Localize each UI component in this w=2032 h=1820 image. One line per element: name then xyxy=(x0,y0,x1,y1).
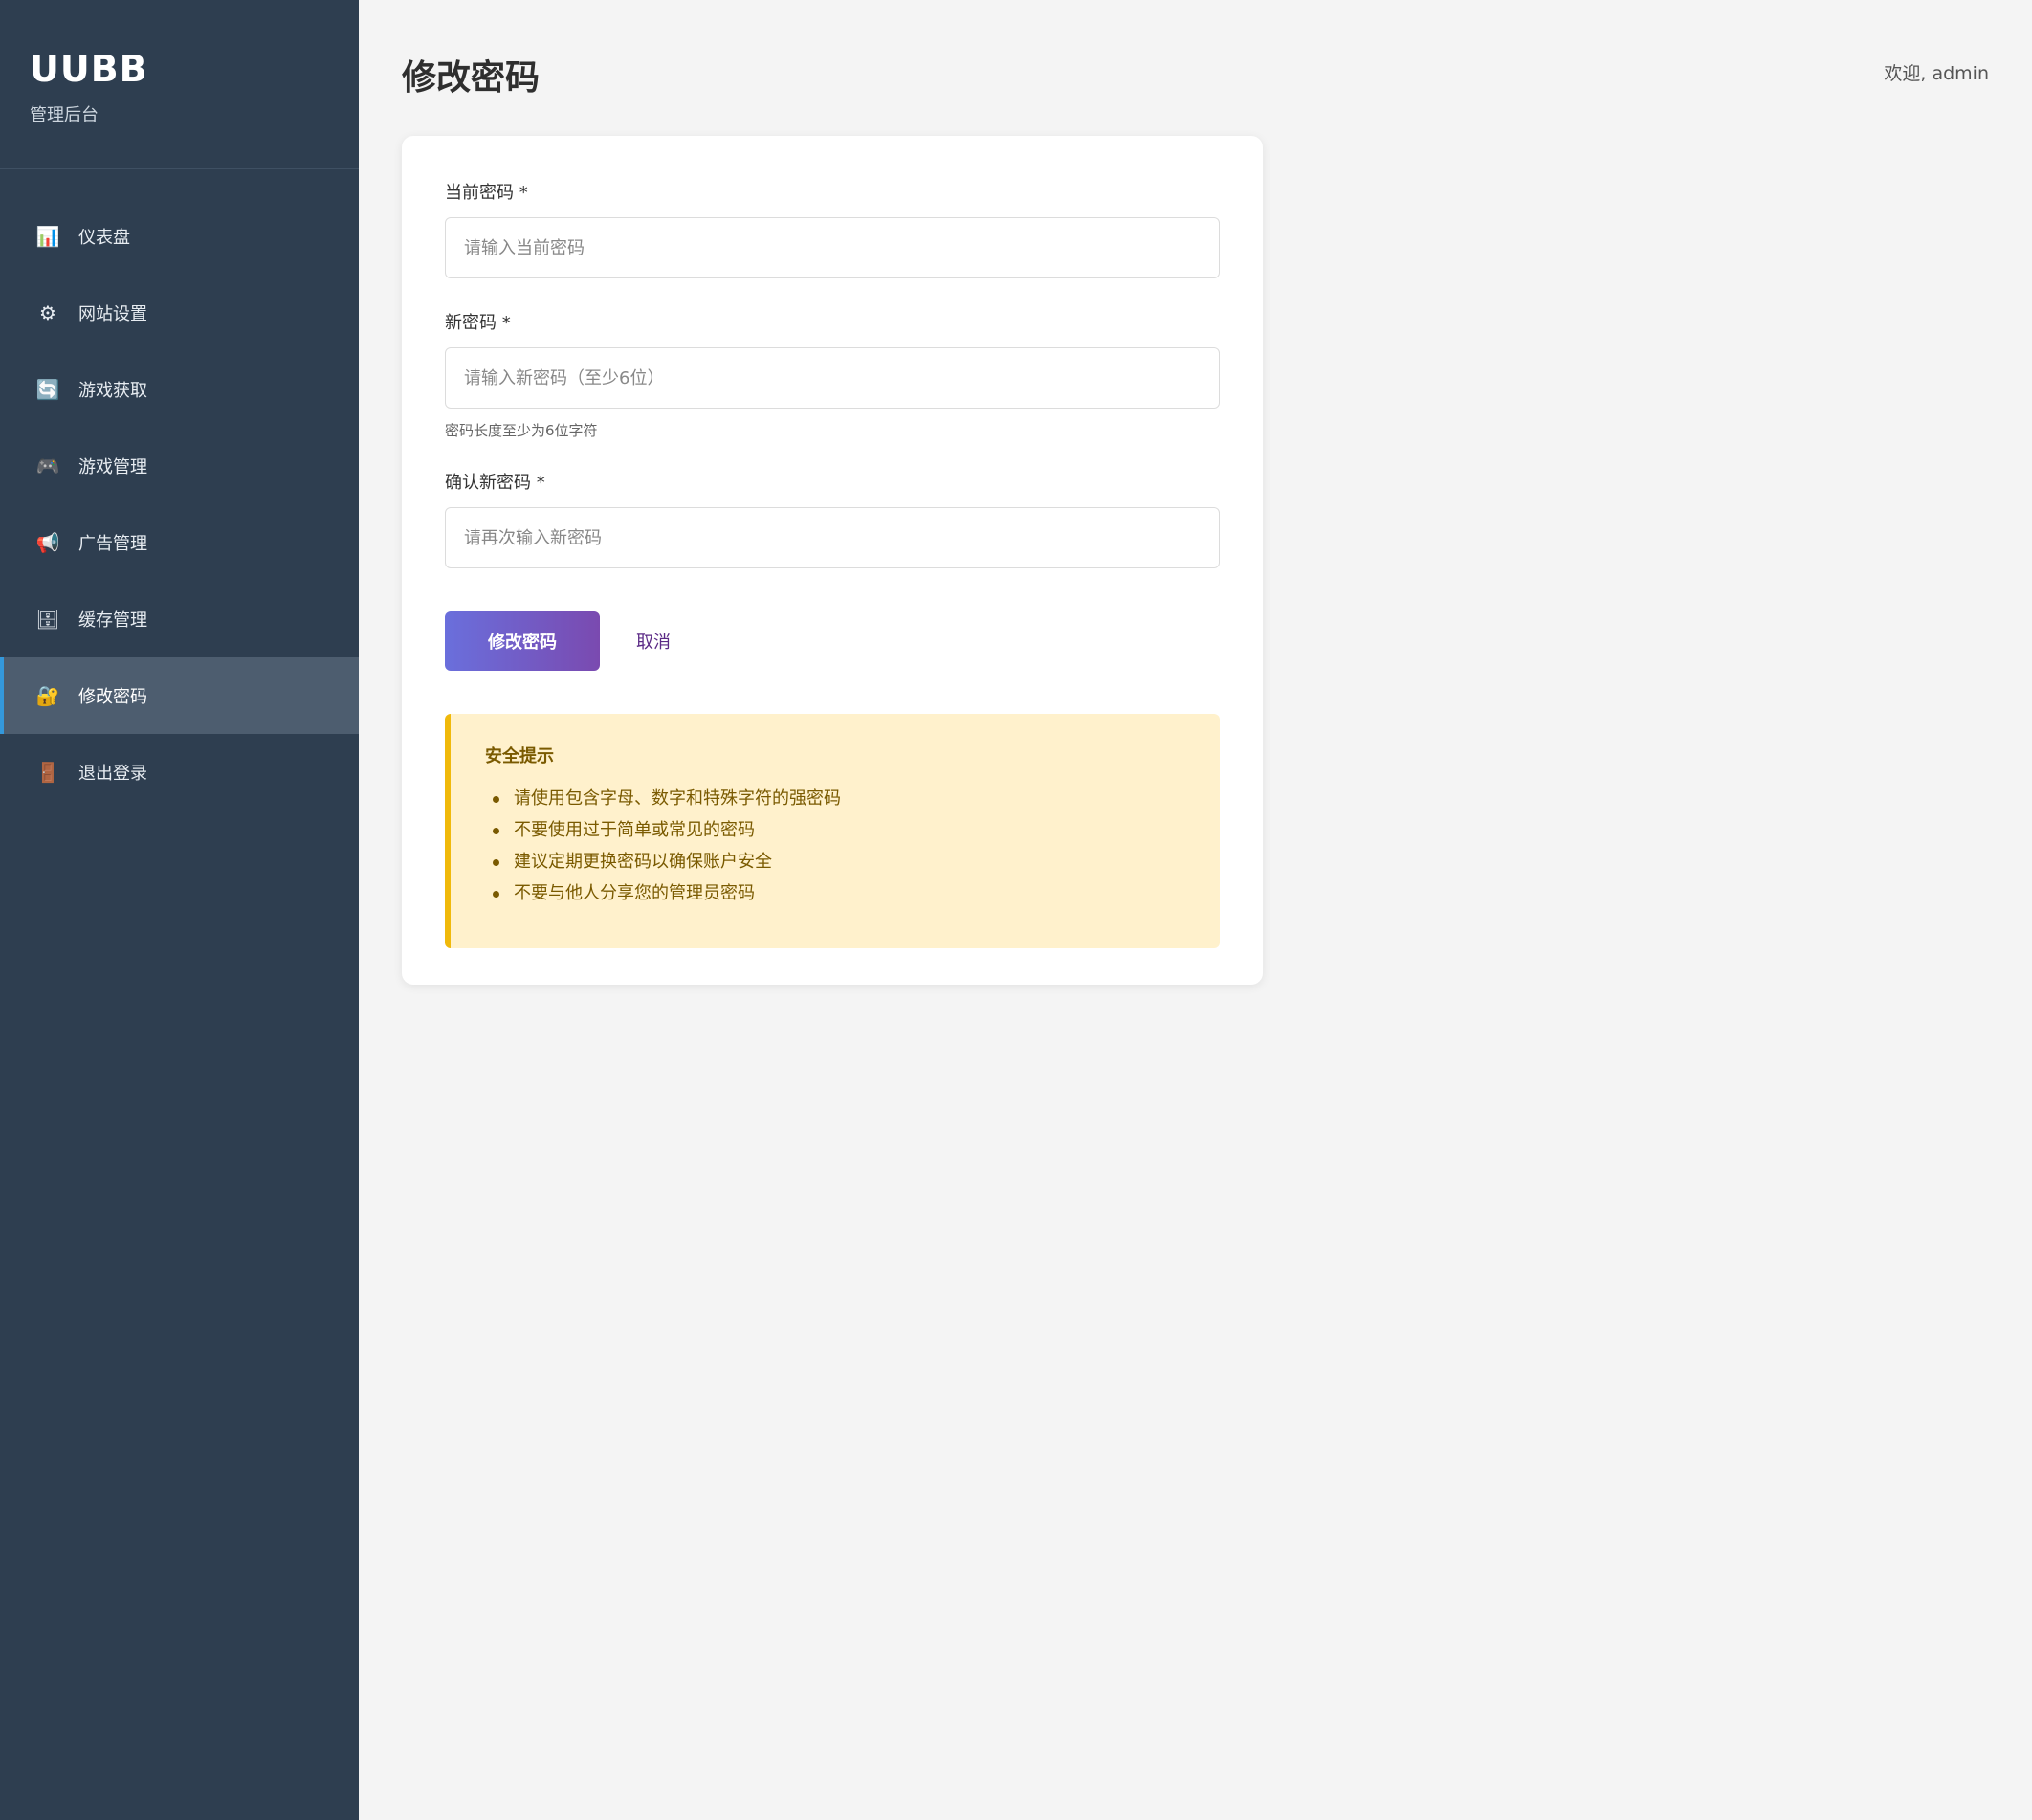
current-password-input[interactable] xyxy=(445,217,1220,278)
sidebar-item-label: 游戏获取 xyxy=(78,381,147,401)
sidebar-item-label: 缓存管理 xyxy=(78,610,147,631)
main-content: 修改密码 欢迎, admin 当前密码 * 新密码 * 密码长度至少为6位字符 … xyxy=(359,0,2032,1820)
sidebar-item-change-password[interactable]: 🔐 修改密码 xyxy=(0,657,359,734)
list-item: 不要使用过于简单或常见的密码 xyxy=(485,814,1185,846)
sidebar-item-label: 仪表盘 xyxy=(78,228,130,248)
cancel-link[interactable]: 取消 xyxy=(636,629,671,654)
sidebar-item-label: 网站设置 xyxy=(78,304,147,324)
new-password-input[interactable] xyxy=(445,347,1220,409)
sidebar-item-game-fetch[interactable]: 🔄 游戏获取 xyxy=(0,351,359,428)
sidebar-item-label: 退出登录 xyxy=(78,764,147,784)
sidebar-item-label: 游戏管理 xyxy=(78,457,147,477)
current-password-label: 当前密码 * xyxy=(445,183,528,203)
confirm-password-label: 确认新密码 * xyxy=(445,473,545,493)
sidebar-item-site-settings[interactable]: ⚙ 网站设置 xyxy=(0,275,359,351)
cabinet-icon: 🗄 xyxy=(35,608,60,631)
sidebar-item-cache[interactable]: 🗄 缓存管理 xyxy=(0,581,359,657)
new-password-label: 新密码 * xyxy=(445,313,511,333)
security-tips-title: 安全提示 xyxy=(485,746,554,766)
sidebar-item-logout[interactable]: 🚪 退出登录 xyxy=(0,734,359,810)
current-password-group: 当前密码 * xyxy=(445,179,1220,278)
sidebar-item-label: 广告管理 xyxy=(78,534,147,554)
new-password-group: 新密码 * 密码长度至少为6位字符 xyxy=(445,309,1220,440)
sidebar-item-game-manage[interactable]: 🎮 游戏管理 xyxy=(0,428,359,504)
change-password-button[interactable]: 修改密码 xyxy=(445,611,600,671)
gear-icon: ⚙ xyxy=(39,301,56,324)
brand-subtitle: 管理后台 xyxy=(30,105,99,125)
lock-icon: 🔐 xyxy=(35,684,60,707)
sidebar: UUBB 管理后台 📊 仪表盘 ⚙ 网站设置 🔄 游戏获取 🎮 游戏管理 📢 广… xyxy=(0,0,359,1820)
gamepad-icon: 🎮 xyxy=(35,455,60,477)
list-item: 请使用包含字母、数字和特殊字符的强密码 xyxy=(485,783,1185,814)
form-actions: 修改密码 取消 xyxy=(445,611,1220,671)
confirm-password-input[interactable] xyxy=(445,507,1220,568)
list-item: 建议定期更换密码以确保账户安全 xyxy=(485,846,1185,877)
brand-title: UUBB xyxy=(30,48,148,90)
megaphone-icon: 📢 xyxy=(35,531,60,554)
refresh-icon: 🔄 xyxy=(35,378,60,401)
new-password-hint: 密码长度至少为6位字符 xyxy=(445,422,598,439)
welcome-text: 欢迎, admin xyxy=(1884,63,1989,84)
door-icon: 🚪 xyxy=(35,761,60,784)
password-form-card: 当前密码 * 新密码 * 密码长度至少为6位字符 确认新密码 * 修改密码 取消… xyxy=(402,136,1263,985)
sidebar-item-dashboard[interactable]: 📊 仪表盘 xyxy=(0,198,359,275)
chart-icon: 📊 xyxy=(35,225,60,248)
confirm-password-group: 确认新密码 * xyxy=(445,469,1220,568)
security-tips-list: 请使用包含字母、数字和特殊字符的强密码 不要使用过于简单或常见的密码 建议定期更… xyxy=(485,783,1185,909)
brand: UUBB 管理后台 xyxy=(0,0,359,169)
sidebar-item-label: 修改密码 xyxy=(78,687,147,707)
security-tips: 安全提示 请使用包含字母、数字和特殊字符的强密码 不要使用过于简单或常见的密码 … xyxy=(445,714,1220,948)
list-item: 不要与他人分享您的管理员密码 xyxy=(485,877,1185,909)
sidebar-item-ads[interactable]: 📢 广告管理 xyxy=(0,504,359,581)
sidebar-nav: 📊 仪表盘 ⚙ 网站设置 🔄 游戏获取 🎮 游戏管理 📢 广告管理 🗄 缓存管理… xyxy=(0,198,359,810)
page-title: 修改密码 xyxy=(402,58,541,98)
